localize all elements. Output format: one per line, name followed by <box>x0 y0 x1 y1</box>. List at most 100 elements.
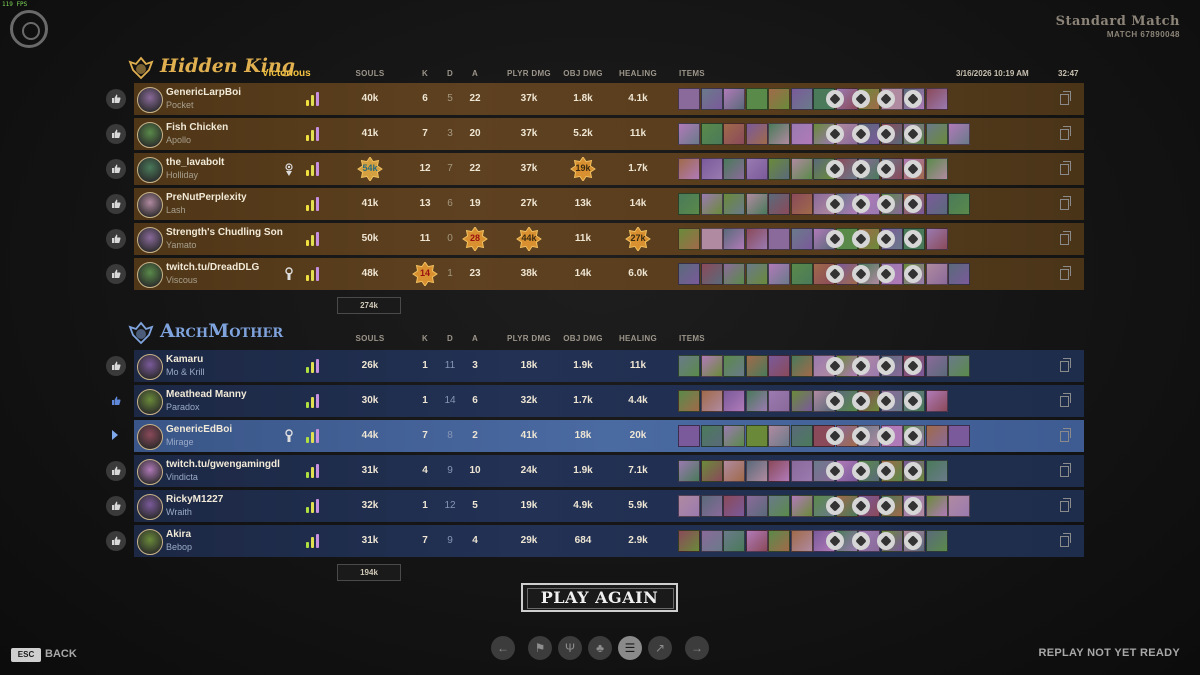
player-row[interactable]: Akira Bebop 31k 7 9 4 29k 684 2.9k <box>106 525 1084 557</box>
player-name[interactable]: Akira <box>166 529 191 540</box>
item-slot[interactable] <box>925 123 948 145</box>
item-slot[interactable] <box>925 355 948 377</box>
item-slot[interactable] <box>745 390 768 412</box>
item-slot[interactable] <box>723 88 745 110</box>
item-slot[interactable] <box>790 228 813 250</box>
item-slot[interactable] <box>723 193 745 215</box>
item-slot[interactable] <box>745 460 768 482</box>
thumbs-up-icon[interactable] <box>106 496 126 516</box>
item-slot[interactable] <box>723 263 745 285</box>
graph-icon[interactable]: ↗ <box>648 636 672 660</box>
item-slot[interactable] <box>745 530 768 552</box>
item-slot[interactable] <box>948 263 970 285</box>
item-slot[interactable] <box>678 193 700 215</box>
item-slot[interactable] <box>768 390 790 412</box>
copy-build-icon[interactable] <box>1060 463 1071 477</box>
item-slot[interactable] <box>745 193 768 215</box>
item-slot[interactable] <box>700 530 723 552</box>
thumbs-up-icon[interactable] <box>106 89 126 109</box>
play-again-button[interactable]: PLAY AGAIN <box>521 583 678 612</box>
copy-build-icon[interactable] <box>1060 126 1071 140</box>
item-slot[interactable] <box>925 425 948 447</box>
copy-build-icon[interactable] <box>1060 498 1071 512</box>
item-slot[interactable] <box>723 530 745 552</box>
item-slot[interactable] <box>678 355 700 377</box>
player-row[interactable]: Strength's Chudling Son Yamato 50k 11 0 28 44k… <box>106 223 1084 255</box>
list-icon[interactable]: ☰ <box>618 636 642 660</box>
player-name[interactable]: the_lavabolt <box>166 157 224 168</box>
item-slot[interactable] <box>790 530 813 552</box>
item-slot[interactable] <box>723 228 745 250</box>
item-slot[interactable] <box>768 123 790 145</box>
item-slot[interactable] <box>723 495 745 517</box>
item-slot[interactable] <box>700 460 723 482</box>
thumbs-up-icon[interactable] <box>106 461 126 481</box>
item-slot[interactable] <box>790 390 813 412</box>
right-arrow-icon[interactable]: → <box>685 636 709 660</box>
thumbs-up-icon[interactable] <box>106 531 126 551</box>
item-slot[interactable] <box>723 158 745 180</box>
copy-build-icon[interactable] <box>1060 393 1071 407</box>
item-slot[interactable] <box>925 390 948 412</box>
item-slot[interactable] <box>745 425 768 447</box>
item-slot[interactable] <box>768 263 790 285</box>
player-name[interactable]: GenericEdBoi <box>166 424 232 435</box>
thumbs-up-icon[interactable] <box>106 159 126 179</box>
item-slot[interactable] <box>790 158 813 180</box>
item-slot[interactable] <box>723 355 745 377</box>
item-slot[interactable] <box>745 228 768 250</box>
item-slot[interactable] <box>700 355 723 377</box>
item-slot[interactable] <box>678 495 700 517</box>
item-slot[interactable] <box>790 495 813 517</box>
item-slot[interactable] <box>925 460 948 482</box>
player-name[interactable]: Meathead Manny <box>166 389 247 400</box>
item-slot[interactable] <box>745 158 768 180</box>
player-row[interactable]: RickyM1227 Wraith 32k 1 12 5 19k 4.9k 5.9k <box>106 490 1084 522</box>
item-slot[interactable] <box>700 390 723 412</box>
player-name[interactable]: RickyM1227 <box>166 494 223 505</box>
item-slot[interactable] <box>768 355 790 377</box>
item-slot[interactable] <box>948 355 970 377</box>
item-slot[interactable] <box>745 263 768 285</box>
thumbs-up-icon[interactable] <box>106 124 126 144</box>
item-slot[interactable] <box>700 193 723 215</box>
item-slot[interactable] <box>700 425 723 447</box>
item-slot[interactable] <box>745 123 768 145</box>
player-name[interactable]: Fish Chicken <box>166 122 228 133</box>
item-slot[interactable] <box>790 88 813 110</box>
item-slot[interactable] <box>745 88 768 110</box>
player-row[interactable]: Meathead Manny Paradox 30k 1 14 6 32k 1.7k 4.4k <box>112 385 1084 417</box>
item-slot[interactable] <box>768 228 790 250</box>
item-slot[interactable] <box>700 228 723 250</box>
thumbs-up-icon[interactable] <box>106 356 126 376</box>
item-slot[interactable] <box>790 355 813 377</box>
item-slot[interactable] <box>768 460 790 482</box>
item-slot[interactable] <box>768 88 790 110</box>
thumbs-up-icon[interactable] <box>106 264 126 284</box>
item-slot[interactable] <box>790 193 813 215</box>
player-row[interactable]: the_lavabolt Holliday 54k 12 7 22 37k 19k 1.7k <box>106 153 1084 185</box>
player-name[interactable]: twitch.tu/gwengamingdl <box>166 459 280 470</box>
item-slot[interactable] <box>790 425 813 447</box>
item-slot[interactable] <box>768 530 790 552</box>
item-slot[interactable] <box>925 158 948 180</box>
item-slot[interactable] <box>790 263 813 285</box>
item-slot[interactable] <box>745 355 768 377</box>
item-slot[interactable] <box>768 158 790 180</box>
player-name[interactable]: Strength's Chudling Son <box>166 227 283 238</box>
copy-build-icon[interactable] <box>1060 196 1071 210</box>
copy-build-icon[interactable] <box>1060 161 1071 175</box>
copy-build-icon[interactable] <box>1060 91 1071 105</box>
item-slot[interactable] <box>678 425 700 447</box>
copy-build-icon[interactable] <box>1060 358 1071 372</box>
copy-build-icon[interactable] <box>1060 428 1071 442</box>
copy-build-icon[interactable] <box>1060 266 1071 280</box>
back-button[interactable]: BACK <box>45 648 77 660</box>
item-slot[interactable] <box>790 123 813 145</box>
item-slot[interactable] <box>925 193 948 215</box>
item-slot[interactable] <box>925 263 948 285</box>
item-slot[interactable] <box>678 88 700 110</box>
item-slot[interactable] <box>925 495 948 517</box>
item-slot[interactable] <box>700 88 723 110</box>
item-slot[interactable] <box>723 123 745 145</box>
